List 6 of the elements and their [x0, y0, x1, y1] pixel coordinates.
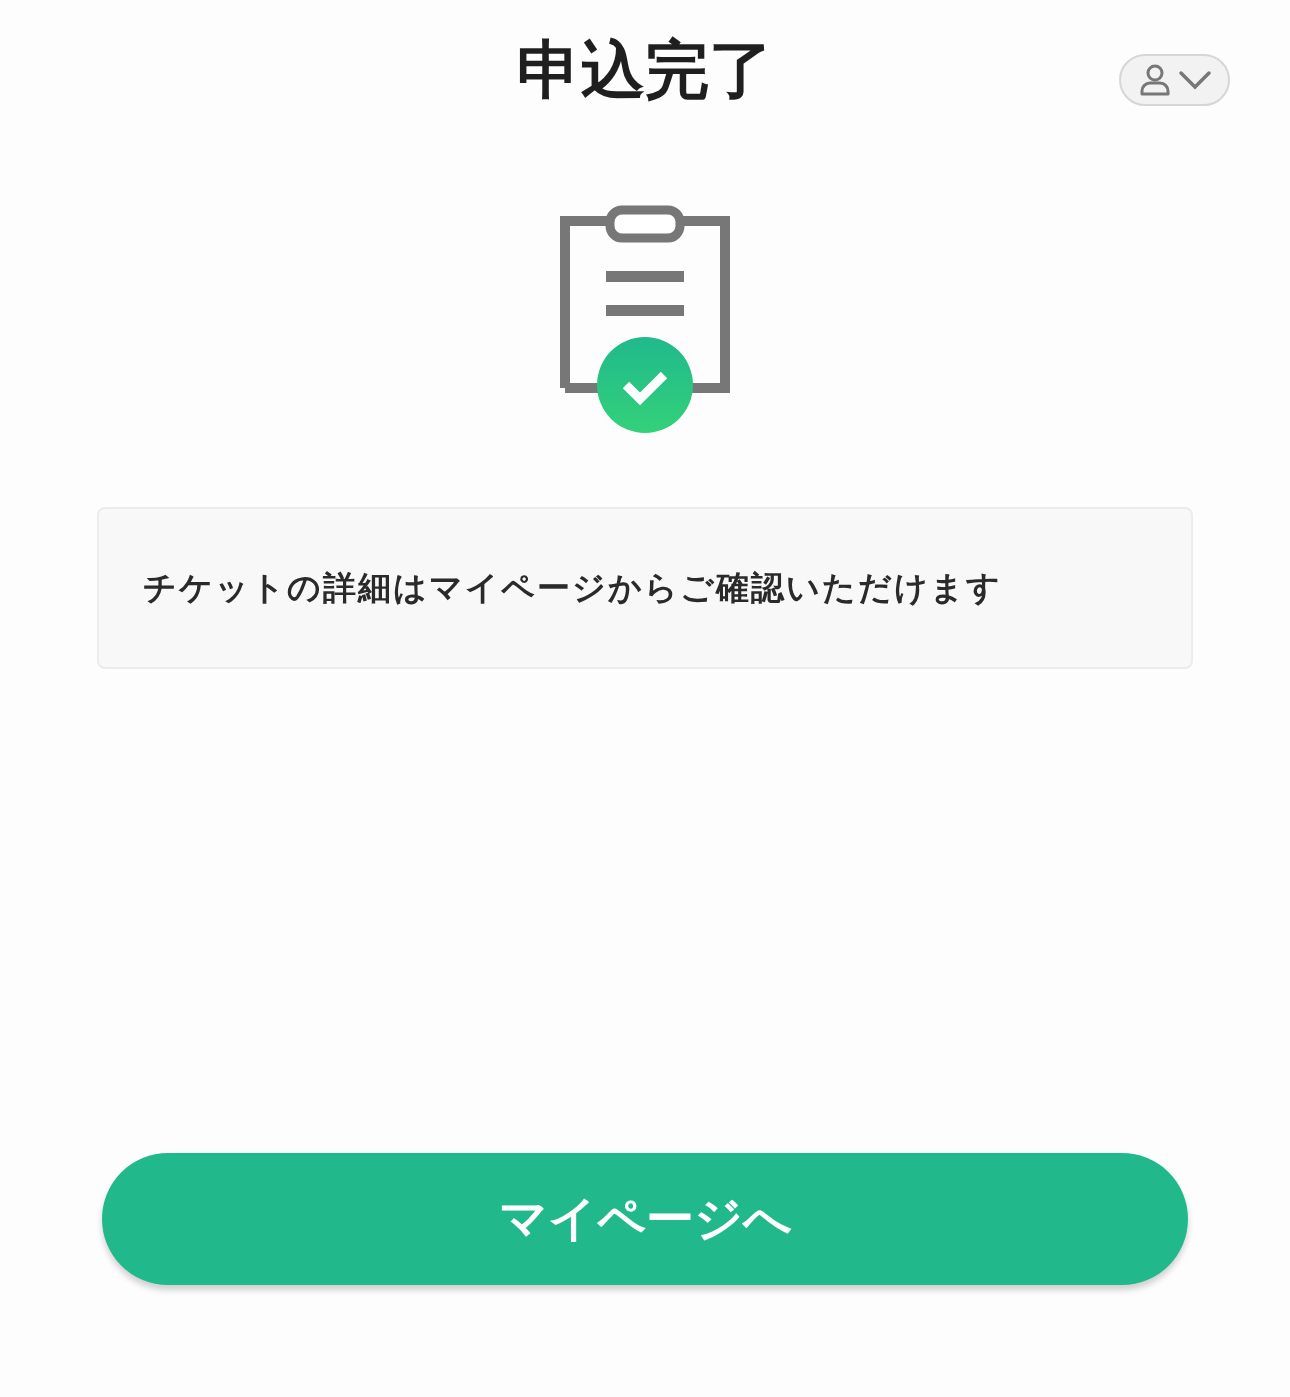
- account-menu-button[interactable]: [1119, 54, 1230, 106]
- chevron-down-icon: [1177, 70, 1212, 90]
- mypage-button[interactable]: マイページへ: [102, 1153, 1188, 1285]
- info-message: チケットの詳細はマイページからご確認いただけます: [143, 566, 1002, 609]
- clipboard-check-icon: [560, 205, 730, 435]
- page-title: 申込完了: [517, 32, 773, 109]
